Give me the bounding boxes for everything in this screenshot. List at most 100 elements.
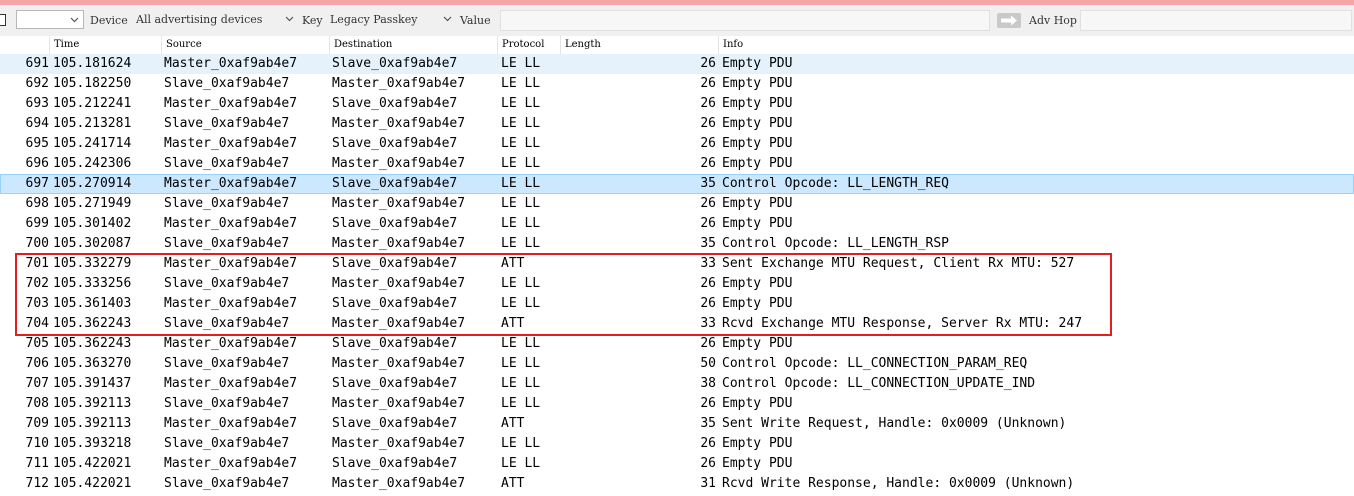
packet-time: 105.422021 [53, 456, 132, 471]
packet-no: 703 [25, 296, 49, 311]
packet-info: Empty PDU [722, 216, 793, 231]
packet-time: 105.363270 [53, 356, 132, 371]
value-input[interactable] [500, 10, 990, 31]
chevron-down-icon [443, 16, 452, 22]
packet-source: Master_0xaf9ab4e7 [164, 96, 298, 111]
packet-row[interactable]: 706 105.363270 Slave_0xaf9ab4e7 Master_0xaf… [0, 354, 1354, 374]
packet-row[interactable]: 699 105.301402 Master_0xaf9ab4e7 Slave_0xaf… [0, 214, 1354, 234]
key-combo[interactable]: Legacy Passkey [326, 10, 456, 29]
packet-info: Sent Exchange MTU Request, Client Rx MTU… [722, 256, 1075, 271]
packet-destination: Master_0xaf9ab4e7 [332, 276, 466, 291]
packet-source: Master_0xaf9ab4e7 [164, 256, 298, 271]
packet-source: Master_0xaf9ab4e7 [164, 216, 298, 231]
packet-row[interactable]: 700 105.302087 Slave_0xaf9ab4e7 Master_0xaf… [0, 234, 1354, 254]
packet-no: 708 [25, 396, 49, 411]
packet-row[interactable]: 693 105.212241 Master_0xaf9ab4e7 Slave_0xaf… [0, 94, 1354, 114]
packet-length: 26 [700, 196, 716, 211]
packet-info: Control Opcode: LL_LENGTH_REQ [722, 176, 949, 191]
packet-protocol: LE LL [501, 276, 541, 291]
packet-length: 26 [700, 76, 716, 91]
packet-length: 38 [700, 376, 716, 391]
packet-time: 105.422021 [53, 476, 132, 491]
packet-time: 105.392113 [53, 416, 132, 431]
column-header-no[interactable] [0, 36, 49, 54]
packet-no: 706 [25, 356, 49, 371]
packet-time: 105.182250 [53, 76, 132, 91]
packet-source: Slave_0xaf9ab4e7 [164, 116, 290, 131]
packet-time: 105.213281 [53, 116, 132, 131]
packet-row[interactable]: 701 105.332279 Master_0xaf9ab4e7 Slave_0xaf… [0, 254, 1354, 274]
packet-protocol: ATT [501, 256, 525, 271]
packet-row[interactable]: 711 105.422021 Master_0xaf9ab4e7 Slave_0xaf… [0, 454, 1354, 474]
packet-info: Rcvd Exchange MTU Response, Server Rx MT… [722, 316, 1083, 331]
packet-row[interactable]: 710 105.393218 Slave_0xaf9ab4e7 Master_0xaf… [0, 434, 1354, 454]
packet-protocol: LE LL [501, 56, 541, 71]
packet-row[interactable]: 691 105.181624 Master_0xaf9ab4e7 Slave_0xaf… [0, 54, 1354, 74]
packet-row[interactable]: 712 105.422021 Slave_0xaf9ab4e7 Master_0xaf… [0, 474, 1354, 494]
packet-source: Slave_0xaf9ab4e7 [164, 276, 290, 291]
packet-time: 105.391437 [53, 376, 132, 391]
packet-destination: Master_0xaf9ab4e7 [332, 156, 466, 171]
packet-no: 694 [25, 116, 49, 131]
packet-row[interactable]: 695 105.241714 Master_0xaf9ab4e7 Slave_0xaf… [0, 134, 1354, 154]
packet-row[interactable]: 698 105.271949 Slave_0xaf9ab4e7 Master_0xaf… [0, 194, 1354, 214]
packet-row[interactable]: 705 105.362243 Master_0xaf9ab4e7 Slave_0xaf… [0, 334, 1354, 354]
packet-info: Rcvd Write Response, Handle: 0x0009 (Unk… [722, 476, 1075, 491]
packet-protocol: LE LL [501, 216, 541, 231]
packet-protocol: LE LL [501, 296, 541, 311]
packet-protocol: LE LL [501, 156, 541, 171]
interface-checkbox[interactable] [0, 14, 6, 26]
packet-length: 33 [700, 316, 716, 331]
packet-info: Empty PDU [722, 296, 793, 311]
packet-protocol: LE LL [501, 436, 541, 451]
packet-row[interactable]: 702 105.333256 Slave_0xaf9ab4e7 Master_0xaf… [0, 274, 1354, 294]
packet-time: 105.271949 [53, 196, 132, 211]
packet-protocol: LE LL [501, 456, 541, 471]
packet-no: 699 [25, 216, 49, 231]
column-header-info[interactable]: Info [718, 36, 1354, 54]
packet-time: 105.393218 [53, 436, 132, 451]
packet-no: 707 [25, 376, 49, 391]
packet-destination: Slave_0xaf9ab4e7 [332, 456, 458, 471]
interface-combo[interactable] [16, 10, 84, 29]
column-header-protocol[interactable]: Protocol [497, 36, 560, 54]
packet-source: Master_0xaf9ab4e7 [164, 456, 298, 471]
packet-row[interactable]: 697 105.270914 Master_0xaf9ab4e7 Slave_0xaf… [0, 174, 1354, 194]
column-header-time[interactable]: Time [49, 36, 161, 54]
packet-destination: Slave_0xaf9ab4e7 [332, 336, 458, 351]
adv-hop-label: Adv Hop [1029, 14, 1077, 27]
packet-length: 26 [700, 456, 716, 471]
column-header-destination[interactable]: Destination [329, 36, 497, 54]
packet-row[interactable]: 692 105.182250 Slave_0xaf9ab4e7 Master_0xaf… [0, 74, 1354, 94]
packet-length: 35 [700, 176, 716, 191]
packet-row[interactable]: 708 105.392113 Slave_0xaf9ab4e7 Master_0xaf… [0, 394, 1354, 414]
packet-length: 35 [700, 416, 716, 431]
packet-source: Master_0xaf9ab4e7 [164, 416, 298, 431]
packet-row[interactable]: 709 105.392113 Master_0xaf9ab4e7 Slave_0xaf… [0, 414, 1354, 434]
packet-source: Slave_0xaf9ab4e7 [164, 396, 290, 411]
apply-arrow-button[interactable] [997, 13, 1021, 28]
packet-no: 692 [25, 76, 49, 91]
packet-info: Empty PDU [722, 276, 793, 291]
packet-source: Master_0xaf9ab4e7 [164, 376, 298, 391]
packet-destination: Master_0xaf9ab4e7 [332, 76, 466, 91]
packet-no: 698 [25, 196, 49, 211]
packet-length: 26 [700, 56, 716, 71]
adv-hop-input[interactable] [1080, 10, 1352, 31]
key-label: Key [302, 14, 323, 27]
packet-length: 26 [700, 436, 716, 451]
packet-source: Master_0xaf9ab4e7 [164, 336, 298, 351]
packet-row[interactable]: 703 105.361403 Master_0xaf9ab4e7 Slave_0xaf… [0, 294, 1354, 314]
device-combo[interactable]: All advertising devices [132, 10, 298, 29]
packet-info: Empty PDU [722, 436, 793, 451]
packet-info: Control Opcode: LL_CONNECTION_UPDATE_IND [722, 376, 1036, 391]
packet-time: 105.212241 [53, 96, 132, 111]
packet-length: 50 [700, 356, 716, 371]
column-header-length[interactable]: Length [560, 36, 718, 54]
packet-row[interactable]: 696 105.242306 Slave_0xaf9ab4e7 Master_0xaf… [0, 154, 1354, 174]
column-header-source[interactable]: Source [161, 36, 329, 54]
packet-row[interactable]: 704 105.362243 Slave_0xaf9ab4e7 Master_0xaf… [0, 314, 1354, 334]
packet-row[interactable]: 694 105.213281 Slave_0xaf9ab4e7 Master_0xaf… [0, 114, 1354, 134]
packet-info: Empty PDU [722, 456, 793, 471]
packet-row[interactable]: 707 105.391437 Master_0xaf9ab4e7 Slave_0xaf… [0, 374, 1354, 394]
